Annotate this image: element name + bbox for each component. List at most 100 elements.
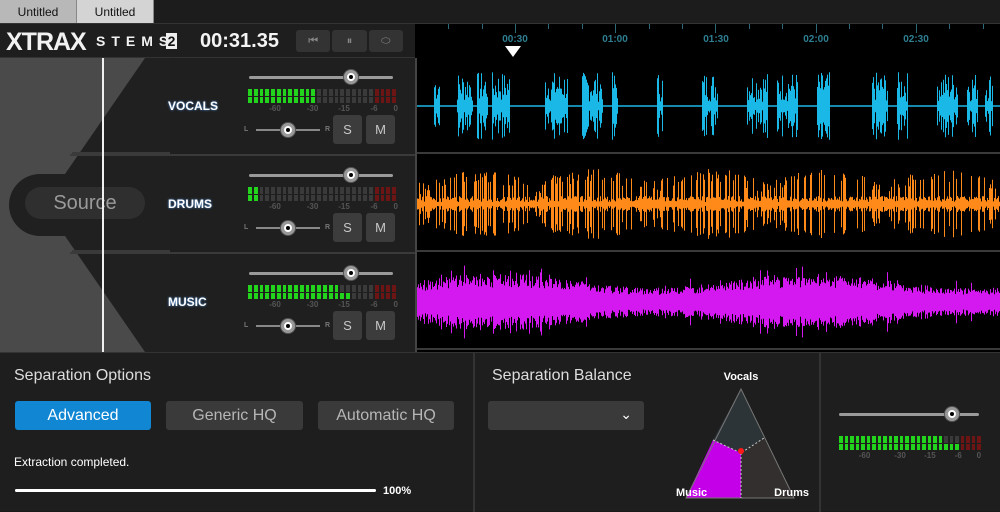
meter-scale-label: -30 <box>306 104 319 113</box>
balance-triangle[interactable]: Vocals Music Drums <box>676 368 816 508</box>
vocals-volume-knob[interactable] <box>344 70 359 84</box>
meter-segment <box>259 187 264 194</box>
meter-segment <box>271 285 275 292</box>
tab-untitled-2[interactable]: Untitled <box>77 0 154 23</box>
meter-segment <box>334 187 339 194</box>
vocals-pan-knob[interactable] <box>281 123 295 137</box>
meter-segment <box>248 89 252 96</box>
vocals-mute-button[interactable]: M <box>366 115 395 144</box>
meter-segment <box>288 194 293 201</box>
divider <box>819 353 821 512</box>
music-pan-knob[interactable] <box>281 319 295 333</box>
meter-segment <box>351 285 356 292</box>
generic-hq-button[interactable]: Generic HQ <box>166 401 303 430</box>
meter-segment <box>317 96 321 103</box>
balance-preset-dropdown[interactable]: ⌄ <box>488 401 644 430</box>
automatic-hq-button[interactable]: Automatic HQ <box>318 401 454 430</box>
vocals-waveform <box>417 72 1000 140</box>
meter-segment <box>294 194 298 201</box>
vocals-solo-button[interactable]: S <box>333 115 362 144</box>
playhead-handle[interactable] <box>505 46 521 57</box>
meter-segment <box>340 89 345 96</box>
meter-segment <box>276 96 281 103</box>
meter-segment <box>374 194 379 201</box>
vocals-volume-slider[interactable] <box>249 70 393 84</box>
meter-segment <box>311 285 316 292</box>
meter-segment <box>323 187 327 194</box>
meter-segment <box>922 443 926 450</box>
meter-scale-label: -30 <box>306 300 319 309</box>
rewind-button[interactable]: ⏮ <box>296 30 331 52</box>
loop-icon: ⬭ <box>381 34 391 47</box>
loop-button[interactable]: ⬭ <box>368 30 403 52</box>
drums-volume-knob[interactable] <box>344 168 359 182</box>
drums-pan-knob[interactable] <box>281 221 295 235</box>
meter-segment <box>265 89 270 96</box>
meter-segment <box>282 187 287 194</box>
meter-segment <box>392 89 396 96</box>
meter-segment <box>288 96 293 103</box>
meter-segment <box>357 292 362 299</box>
meter-segment <box>271 187 275 194</box>
meter-segment <box>916 443 921 450</box>
meter-segment <box>294 187 298 194</box>
meter-segment <box>955 436 959 443</box>
pan-right-label: R <box>325 126 331 133</box>
meter-segment <box>927 436 932 443</box>
meter-segment <box>288 292 293 299</box>
drums-lane[interactable] <box>417 156 1000 252</box>
meter-segment <box>340 285 345 292</box>
music-volume-slider[interactable] <box>249 266 393 280</box>
music-lane[interactable] <box>417 254 1000 350</box>
meter-segment <box>271 292 275 299</box>
meter-segment <box>844 443 849 450</box>
meter-segment <box>910 436 915 443</box>
meter-segment <box>977 443 981 450</box>
meter-segment <box>248 187 252 194</box>
meter-segment <box>910 443 915 450</box>
meter-segment <box>363 285 368 292</box>
meter-scale-label: -6 <box>370 104 378 113</box>
vocals-lane[interactable] <box>417 58 1000 154</box>
drums-solo-button[interactable]: S <box>333 213 362 242</box>
master-volume-knob[interactable] <box>945 407 960 421</box>
extraction-status: Extraction completed. <box>14 455 130 469</box>
stem-row-music: MUSIC -60 -30 -15 -6 0 L R S M <box>0 254 415 352</box>
master-volume-slider[interactable] <box>839 407 979 421</box>
tab-untitled-1[interactable]: Untitled <box>0 0 77 23</box>
drums-mute-button[interactable]: M <box>366 213 395 242</box>
meter-segment <box>380 194 385 201</box>
meter-segment <box>305 292 310 299</box>
meter-scale-label: -60 <box>858 451 871 460</box>
logo-version: 2 <box>166 33 177 49</box>
meter-segment <box>960 436 965 443</box>
meter-segment <box>311 194 316 201</box>
ruler-tick <box>515 24 516 33</box>
meter-segment <box>380 187 385 194</box>
pause-button[interactable]: ⏸ <box>332 30 367 52</box>
meter-segment <box>328 194 333 201</box>
stem-name: VOCALS <box>168 99 219 113</box>
ruler-tick <box>548 24 550 29</box>
playhead-line[interactable] <box>102 58 104 352</box>
meter-segment <box>259 292 264 299</box>
vocals-pan-slider[interactable] <box>256 123 320 137</box>
music-volume-knob[interactable] <box>344 266 359 280</box>
meter-segment <box>899 443 904 450</box>
meter-scale-label: 0 <box>393 300 398 309</box>
ruler-tick <box>682 24 683 29</box>
ruler-tick <box>915 24 917 33</box>
music-mute-button[interactable]: M <box>366 311 395 340</box>
timeline-ruler[interactable]: 00:30 01:00 01:30 02:00 02:30 <box>415 23 1000 58</box>
drums-pan-slider[interactable] <box>256 221 320 235</box>
transport-controls: ⏮ ⏸ ⬭ <box>296 30 403 52</box>
meter-segment <box>334 194 339 201</box>
meter-segment <box>866 443 871 450</box>
meter-segment <box>351 292 356 299</box>
advanced-button[interactable]: Advanced <box>15 401 151 430</box>
balance-point[interactable] <box>738 448 744 454</box>
music-solo-button[interactable]: S <box>333 311 362 340</box>
waveform-area[interactable] <box>415 58 1000 352</box>
drums-volume-slider[interactable] <box>249 168 393 182</box>
music-pan-slider[interactable] <box>256 319 320 333</box>
